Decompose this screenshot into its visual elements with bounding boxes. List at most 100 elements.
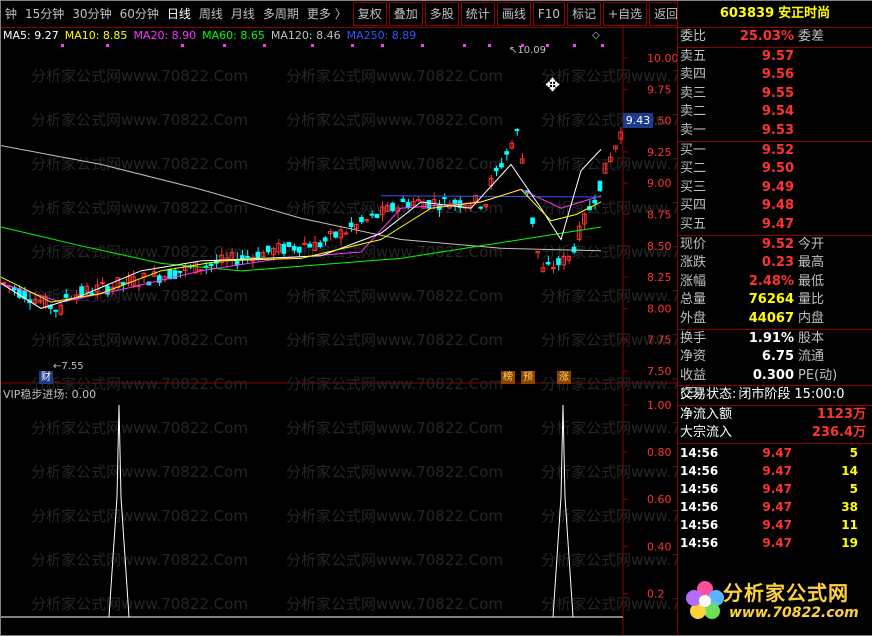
quote-row-2-label: 涨幅 bbox=[680, 273, 707, 289]
tick-cell-5-0: 14:56 bbox=[680, 536, 719, 551]
tick-row-1: 14:56 9.47 14 bbox=[678, 462, 872, 480]
candle-body bbox=[343, 232, 349, 235]
toolbar-item-9[interactable]: 复权 bbox=[352, 2, 387, 26]
watermark-text: 分析家公式网www.70822.Com bbox=[286, 463, 503, 481]
watermark-text: 分析家公式网www.70822.Com bbox=[286, 67, 503, 85]
bid-row-4-label: 买五 bbox=[680, 216, 707, 232]
toolbar-item-3[interactable]: 60分钟 bbox=[116, 3, 163, 25]
weibi-row: 委比 25.03% 委差 bbox=[678, 28, 872, 48]
candle-body bbox=[493, 167, 499, 172]
bid-row-0-value: 9.52 bbox=[761, 142, 794, 158]
quote-row-1-value: 0.23 bbox=[761, 255, 794, 271]
candle-body bbox=[63, 294, 69, 298]
quote-panel: 603839 安正时尚 委比 25.03% 委差 卖五 9.57 卖四 9.56 卖三 9.… bbox=[677, 1, 872, 635]
watermark-text: 分析家公式网www.70822.Com bbox=[286, 419, 503, 437]
candle-body bbox=[400, 198, 406, 203]
kline-chart[interactable]: 分析家公式网www.70822.Com 分析家公式网www.70822.Com 分析… bbox=[1, 27, 677, 635]
bid-row-1: 买二 9.50 bbox=[678, 160, 872, 179]
top-marker bbox=[106, 44, 109, 47]
move-cursor-icon: ✥ bbox=[545, 75, 561, 96]
quote-row-1-label2: 最高 bbox=[798, 255, 825, 271]
quote-row-4: 外盘 44067 内盘 bbox=[678, 310, 872, 329]
top-marker bbox=[181, 44, 184, 47]
ask-row-2-label: 卖三 bbox=[680, 85, 707, 101]
candle-body bbox=[317, 242, 323, 248]
top-marker bbox=[223, 44, 226, 47]
stock-name: 安正时尚 bbox=[778, 6, 831, 21]
low-price-value: 7.55 bbox=[61, 361, 84, 372]
fund-row-1: 净资 6.75 流通 bbox=[678, 348, 872, 367]
watermark-text: 分析家公式网www.70822.Com bbox=[286, 155, 503, 173]
watermark-text: 分析家公式网www.70822.Com bbox=[31, 551, 248, 569]
toolbar-item-11[interactable]: 多股 bbox=[424, 2, 459, 26]
tick-cell-1-0: 14:56 bbox=[680, 464, 719, 479]
candle-body bbox=[592, 199, 598, 204]
bid-row-0-label: 买一 bbox=[680, 142, 707, 158]
toolbar-item-10[interactable]: 叠加 bbox=[388, 2, 423, 26]
ask-row-3-label: 卖二 bbox=[680, 104, 707, 120]
watermark-text: 分析家公式网www.70822.Com bbox=[541, 551, 677, 569]
high-price-value: 10.09 bbox=[517, 45, 547, 56]
quote-row-0-label2: 今开 bbox=[798, 236, 825, 252]
quote-row-4-label2: 内盘 bbox=[798, 310, 825, 326]
current-price-tag: 9.43 bbox=[623, 113, 653, 128]
toolbar-item-6[interactable]: 月线 bbox=[227, 3, 259, 25]
candle-body bbox=[296, 246, 302, 253]
watermark-text: 分析家公式网www.70822.Com bbox=[541, 67, 677, 85]
bid-row-4: 买五 9.47 bbox=[678, 216, 872, 235]
toolbar-item-13[interactable]: 画线 bbox=[496, 2, 531, 26]
top-marker bbox=[311, 44, 314, 47]
weibi-value: 25.03% bbox=[739, 29, 794, 44]
stock-title: 603839 安正时尚 bbox=[678, 1, 872, 28]
candle-body bbox=[99, 282, 105, 285]
toolbar-item-14[interactable]: F10 bbox=[532, 2, 565, 26]
watermark-text: 分析家公式网www.70822.Com bbox=[31, 287, 248, 305]
chart-diamond-icon[interactable]: ◇ bbox=[592, 30, 600, 41]
candle-body bbox=[364, 219, 370, 222]
toolbar-item-16[interactable]: +自选 bbox=[603, 2, 648, 26]
quote-row-3-label2: 量比 bbox=[798, 292, 825, 308]
watermark-text: 分析家公式网www.70822.Com bbox=[31, 111, 248, 129]
watermark-text: 分析家公式网www.70822.Com bbox=[286, 111, 503, 129]
badge-zhang[interactable]: 涨 bbox=[557, 371, 571, 384]
watermark-text: 分析家公式网www.70822.Com bbox=[31, 507, 248, 525]
tick-row-2: 14:56 9.47 5 bbox=[678, 480, 872, 498]
toolbar-item-1[interactable]: 15分钟 bbox=[21, 3, 68, 25]
toolbar-item-0[interactable]: 钟 bbox=[1, 3, 21, 25]
price-axis-label: 8.25 bbox=[647, 271, 672, 284]
toolbar-item-2[interactable]: 30分钟 bbox=[68, 3, 115, 25]
tick-row-0: 14:56 9.47 5 bbox=[678, 444, 872, 462]
indicator-axis-label: 0.2 bbox=[647, 587, 665, 600]
candle-body bbox=[550, 267, 556, 270]
watermark-text: 分析家公式网www.70822.Com bbox=[286, 287, 503, 305]
candle-body bbox=[426, 199, 432, 209]
ask-row-3-value: 9.54 bbox=[761, 104, 794, 120]
candle-body bbox=[359, 216, 364, 223]
bid-row-1-value: 9.50 bbox=[761, 161, 794, 177]
candle-body bbox=[89, 292, 95, 295]
tick-cell-4-0: 14:56 bbox=[680, 518, 719, 533]
candle-body bbox=[478, 206, 484, 209]
quote-row-3-label: 总量 bbox=[680, 292, 707, 308]
ask-row-0-value: 9.57 bbox=[761, 48, 794, 64]
badge-cai[interactable]: 财 bbox=[39, 371, 53, 384]
toolbar-item-5[interactable]: 周线 bbox=[195, 3, 227, 25]
indicator-axis-label: 0.60 bbox=[647, 493, 672, 506]
toolbar-item-12[interactable]: 统计 bbox=[460, 2, 495, 26]
toolbar-item-8[interactable]: 更多 〉 bbox=[303, 3, 351, 25]
candle-body bbox=[307, 243, 313, 248]
quote-row-4-label: 外盘 bbox=[680, 310, 707, 326]
badge-bang[interactable]: 榜 bbox=[501, 371, 515, 384]
badge-yu[interactable]: 预 bbox=[521, 371, 535, 384]
candle-body bbox=[545, 262, 551, 265]
toolbar-item-7[interactable]: 多周期 bbox=[259, 3, 303, 25]
fund-row-0-label: 换手 bbox=[680, 330, 707, 346]
toolbar-item-4[interactable]: 日线 bbox=[163, 3, 195, 25]
toolbar-item-15[interactable]: 标记 bbox=[567, 2, 602, 26]
ask-row-4-label: 卖一 bbox=[680, 122, 707, 138]
price-axis-label: 10.00 bbox=[647, 52, 677, 65]
weicha-label: 委差 bbox=[798, 29, 825, 44]
ask-row-4-value: 9.53 bbox=[761, 122, 794, 138]
tick-list[interactable]: 14:56 9.47 5 14:56 9.47 14 14:56 9.47 5 14:56 9.47… bbox=[678, 444, 872, 552]
quote-row-1-label: 涨跌 bbox=[680, 255, 707, 271]
